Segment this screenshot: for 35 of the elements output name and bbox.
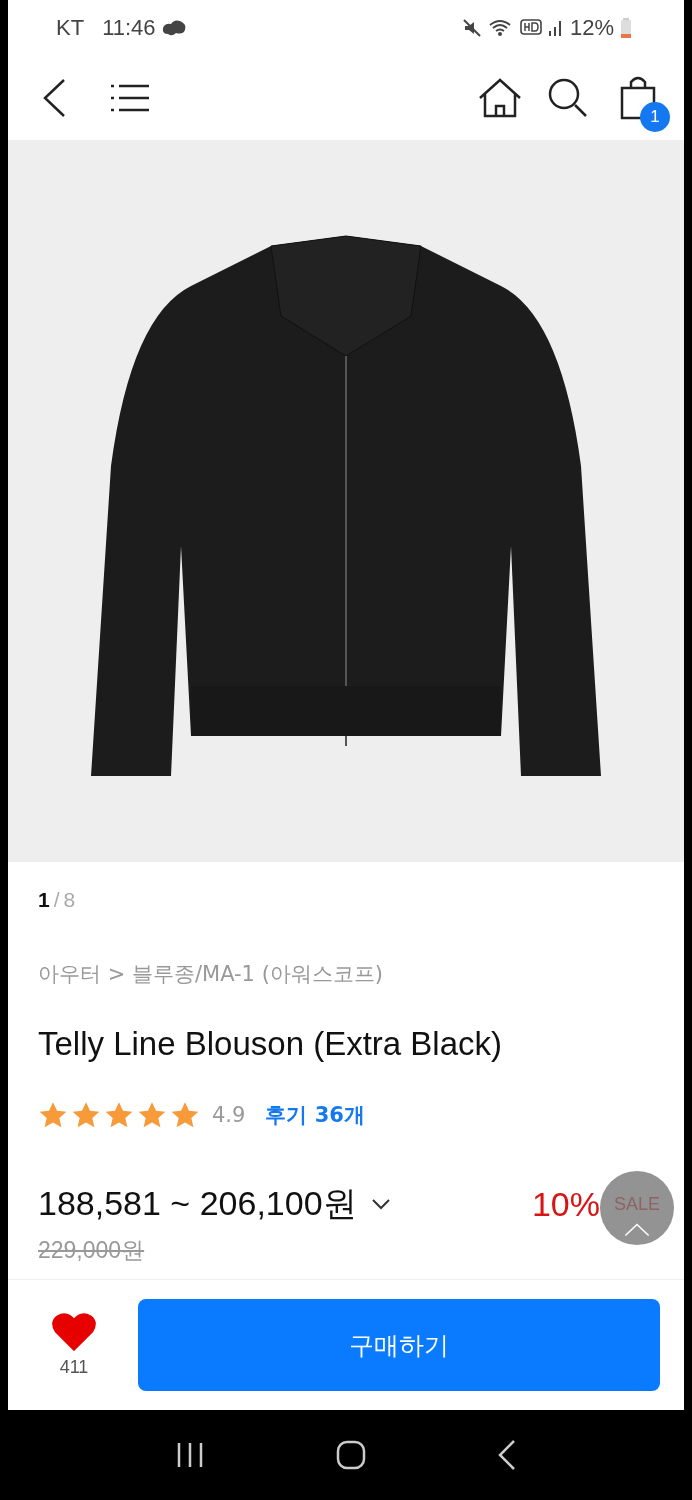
search-icon[interactable] xyxy=(548,78,588,118)
chevron-up-icon xyxy=(622,1223,652,1237)
reviews-link[interactable]: 후기 36개 xyxy=(265,1101,365,1129)
battery-icon xyxy=(620,18,632,38)
page-separator-text: / xyxy=(53,888,60,912)
back-icon[interactable] xyxy=(42,78,66,118)
current-page-text: 1 xyxy=(38,888,50,912)
home-button-icon[interactable] xyxy=(336,1440,366,1470)
battery-text: 12% xyxy=(569,15,614,41)
chevron-down-icon[interactable] xyxy=(370,1198,391,1210)
star-icon xyxy=(38,1101,68,1129)
cloud-icon xyxy=(161,18,188,38)
cart-count-badge: 1 xyxy=(640,102,670,132)
discount-text: 10% xyxy=(531,1184,600,1224)
total-pages-text: 8 xyxy=(63,888,76,912)
star-icon xyxy=(170,1101,200,1129)
hd-icon xyxy=(519,19,542,37)
carrier-text: KT xyxy=(56,15,85,41)
back-nav-icon[interactable] xyxy=(496,1439,517,1471)
heart-icon[interactable] xyxy=(52,1312,96,1351)
mute-icon xyxy=(461,18,482,38)
signal-icon xyxy=(547,19,564,37)
likes-count-text: 411 xyxy=(59,1356,89,1378)
product-title: Telly Line Blouson (Extra Black) xyxy=(38,1025,504,1063)
breadcrumb-text[interactable]: 아우터 > 블루종/MA-1 (아워스코프) xyxy=(38,960,656,988)
star-icon xyxy=(71,1101,101,1129)
star-icon xyxy=(104,1101,134,1129)
home-icon[interactable] xyxy=(478,78,522,118)
rating-text: 4.9 xyxy=(212,1103,246,1127)
menu-icon[interactable] xyxy=(110,83,150,113)
buy-button[interactable]: 구매하기 xyxy=(138,1299,660,1391)
original-price-text: 229,000원 xyxy=(38,1236,146,1265)
clock-text: 11:46 xyxy=(102,15,156,41)
price-text: 188,581 ~ 206,100원 xyxy=(38,1183,357,1224)
star-icon xyxy=(137,1101,167,1129)
